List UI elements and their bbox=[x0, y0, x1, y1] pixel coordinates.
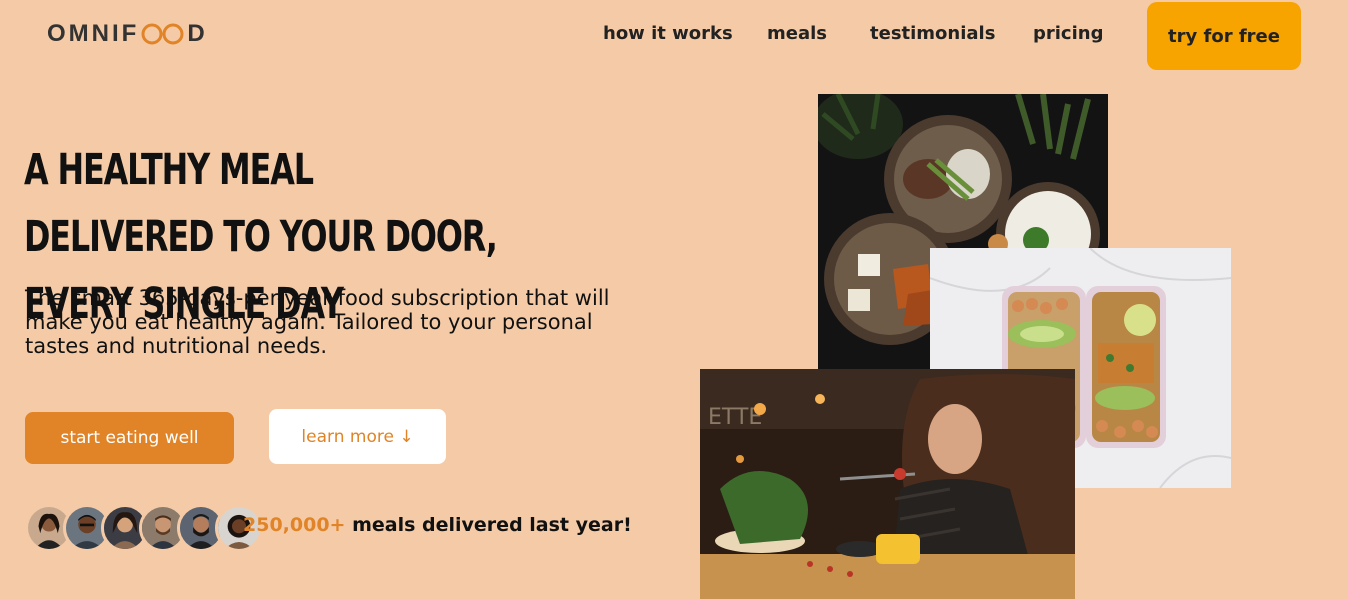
logo-text-left: OMNIF bbox=[47, 20, 140, 47]
start-eating-well-button[interactable]: start eating well bbox=[25, 412, 234, 464]
meals-delivered-count: 250,000+ bbox=[243, 514, 346, 536]
learn-more-button[interactable]: learn more ↓ bbox=[269, 409, 446, 464]
woman-eating-photo: ETTE bbox=[700, 369, 1075, 599]
meals-delivered-label: meals delivered last year! bbox=[345, 514, 632, 536]
infinity-icon bbox=[140, 22, 186, 46]
omnifood-logo[interactable]: OMNIF D bbox=[47, 20, 208, 48]
logo-text-right: D bbox=[187, 20, 208, 47]
nav-link-testimonials[interactable]: testimonials bbox=[870, 23, 995, 44]
hero-description: The smart 365-days-per-year food subscri… bbox=[25, 286, 610, 358]
try-for-free-button[interactable]: try for free bbox=[1147, 2, 1301, 70]
customer-avatars bbox=[25, 504, 263, 552]
nav-link-how-it-works[interactable]: how it works bbox=[603, 23, 733, 44]
nav-link-meals[interactable]: meals bbox=[767, 23, 827, 44]
nav-link-pricing[interactable]: pricing bbox=[1033, 23, 1103, 44]
meals-delivered-text: 250,000+ meals delivered last year! bbox=[243, 514, 632, 536]
